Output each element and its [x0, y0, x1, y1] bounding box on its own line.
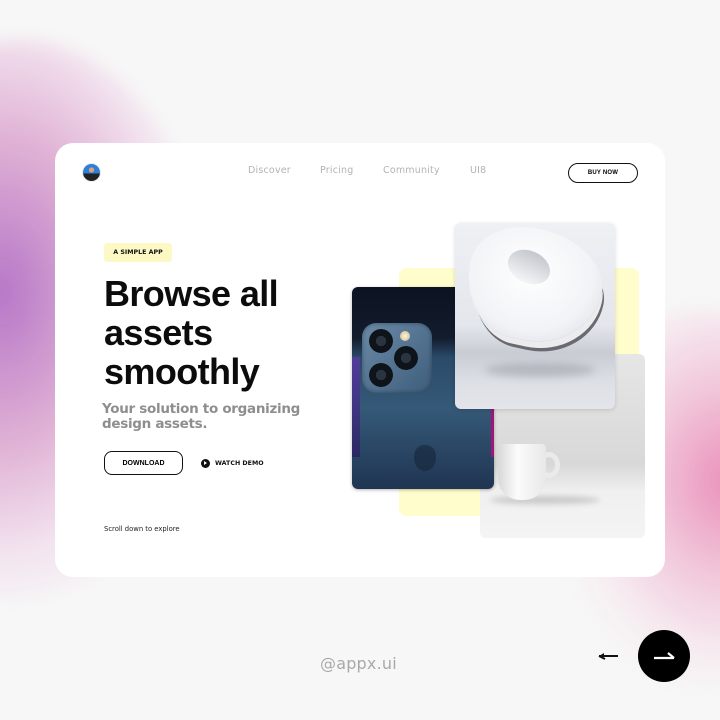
buy-now-button[interactable]: BUY NOW — [568, 163, 638, 183]
arrow-right-icon — [654, 652, 675, 660]
subtitle-line-1: Your solution to organizing — [102, 401, 301, 417]
brand-handle: @appx.ui — [320, 654, 397, 673]
mug-body — [498, 444, 546, 500]
camera-lens — [369, 363, 393, 387]
phone-light-reflection — [352, 357, 360, 457]
watch-demo-label: WATCH DEMO — [215, 460, 264, 467]
camera-module — [362, 323, 432, 393]
nav-link-pricing[interactable]: Pricing — [320, 165, 353, 176]
camera-lens — [369, 329, 393, 353]
app-badge: A SIMPLE APP — [104, 243, 172, 262]
arrow-left-icon — [598, 653, 618, 660]
camera-flash — [400, 331, 410, 341]
shape-shadow — [485, 363, 595, 377]
landing-page-card: Discover Pricing Community UI8 BUY NOW A… — [55, 143, 665, 577]
hero-headline: Browse all assets smoothly — [104, 274, 364, 391]
headline-line-2: assets — [104, 312, 213, 353]
scroll-hint: Scroll down to explore — [104, 525, 180, 533]
nav-link-discover[interactable]: Discover — [248, 165, 291, 176]
previous-button[interactable] — [597, 648, 619, 662]
download-button[interactable]: DOWNLOAD — [104, 451, 183, 475]
play-icon — [201, 459, 210, 468]
subtitle-line-2: design assets. — [102, 416, 208, 432]
headline-line-3: smoothly — [104, 351, 260, 392]
watch-demo-link[interactable]: WATCH DEMO — [201, 458, 264, 469]
next-button[interactable] — [638, 630, 690, 682]
shape-body — [456, 223, 613, 354]
headline-line-1: Browse all — [104, 273, 279, 314]
nav-link-ui8[interactable]: UI8 — [470, 165, 486, 176]
apple-logo-icon — [414, 445, 436, 471]
phone-edge-highlight — [491, 407, 494, 457]
mug-shadow — [490, 496, 600, 504]
abstract-shape-image — [455, 223, 615, 409]
nav-link-community[interactable]: Community — [383, 165, 440, 176]
hero-subtitle: Your solution to organizing design asset… — [102, 402, 322, 432]
camera-lens — [394, 346, 418, 370]
